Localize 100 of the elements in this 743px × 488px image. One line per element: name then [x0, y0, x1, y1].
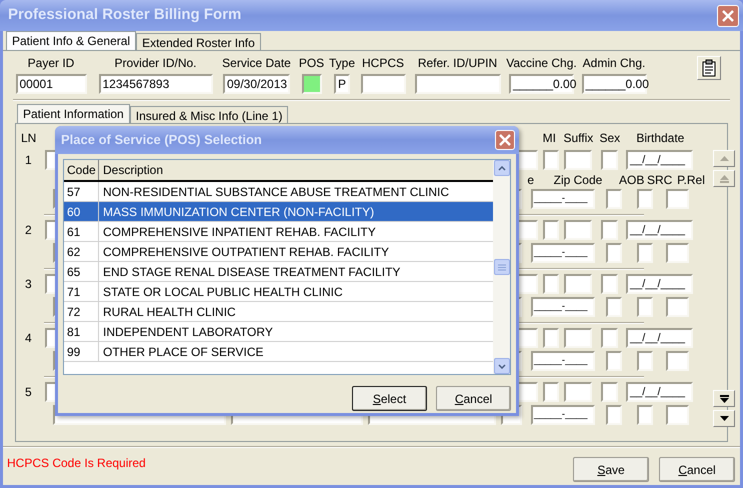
input-field[interactable]: [543, 220, 559, 240]
close-button[interactable]: [495, 130, 515, 150]
input-field[interactable]: [666, 405, 689, 425]
input-field[interactable]: [606, 405, 622, 425]
top-arrow-icon: [720, 174, 728, 182]
zip-code-field[interactable]: _____-____: [531, 243, 595, 263]
input-field[interactable]: [601, 150, 618, 170]
description-cell-text: MASS IMMUNIZATION CENTER (NON-FACILITY): [102, 204, 376, 220]
zip-code-field[interactable]: _____-____: [531, 297, 595, 317]
field-label: Type: [328, 55, 355, 72]
birthdate-field[interactable]: __/__/____: [626, 220, 693, 240]
input-field[interactable]: [564, 220, 592, 240]
input-field[interactable]: [564, 274, 592, 294]
column-label: P.Rel: [676, 172, 706, 188]
input-field[interactable]: [666, 189, 689, 209]
up-arrow-icon: [720, 156, 728, 161]
input-field[interactable]: [637, 297, 653, 317]
clipboard-button[interactable]: [697, 56, 721, 80]
line-number: 1: [24, 152, 33, 169]
code-cell: 60: [64, 202, 99, 221]
scroll-button[interactable]: [713, 390, 735, 407]
column-label: Birthdate: [635, 130, 686, 147]
field-label: Admin Chg.: [582, 55, 646, 72]
line-number: 4: [24, 330, 33, 347]
input-field[interactable]: [564, 382, 592, 402]
birthdate-field[interactable]: __/__/____: [626, 274, 693, 294]
column-label: e: [526, 172, 534, 188]
input-field[interactable]: [606, 351, 622, 371]
field-label: POS: [298, 55, 324, 72]
input-field[interactable]: [666, 243, 689, 263]
save-button[interactable]: Save: [573, 457, 649, 482]
birthdate-field[interactable]: __/__/____: [626, 328, 693, 348]
list-row[interactable]: 60 MASS IMMUNIZATION CENTER (NON-FACILITY): [64, 202, 493, 222]
list-row[interactable]: 61 COMPREHENSIVE INPATIENT REHAB. FACILITY: [64, 222, 493, 242]
close-button[interactable]: [717, 4, 739, 26]
input-field[interactable]: [601, 382, 618, 402]
description-cell-text: OTHER PLACE OF SERVICE: [102, 344, 264, 360]
cancel-button[interactable]: Cancel: [436, 386, 511, 411]
code-cell: 99: [64, 342, 99, 361]
input-field[interactable]: [564, 150, 592, 170]
input-field[interactable]: [601, 220, 618, 240]
close-icon: [499, 134, 511, 146]
cancel-button[interactable]: Cancel: [659, 457, 735, 482]
list-row[interactable]: 65 END STAGE RENAL DISEASE TREATMENT FACILITY: [64, 262, 493, 282]
column-label: Zip Code: [552, 172, 604, 188]
description-cell-text: INDEPENDENT LABORATORY: [102, 324, 274, 340]
tab[interactable]: Insured & Misc Info (Line 1): [130, 106, 288, 123]
scrollbar[interactable]: [493, 160, 510, 374]
input-field[interactable]: [601, 274, 618, 294]
zip-code-field[interactable]: _____-____: [531, 189, 595, 209]
input-field[interactable]: [564, 328, 592, 348]
list-row[interactable]: 81 INDEPENDENT LABORATORY: [64, 322, 493, 342]
input-field[interactable]: ______0.00: [509, 74, 574, 94]
input-field[interactable]: 09/30/2013: [223, 74, 290, 94]
input-field[interactable]: [666, 351, 689, 371]
input-field[interactable]: ______0.00: [582, 74, 646, 94]
input-field[interactable]: [637, 243, 653, 263]
scroll-button[interactable]: [713, 410, 735, 427]
birthdate-field[interactable]: __/__/____: [626, 382, 693, 402]
column-header: Code: [64, 160, 99, 180]
list-row[interactable]: 62 COMPREHENSIVE OUTPATIENT REHAB. FACILITY: [64, 242, 493, 262]
select-button[interactable]: Select: [352, 386, 427, 411]
description-cell-text: END STAGE RENAL DISEASE TREATMENT FACILITY: [102, 264, 402, 280]
code-cell: 61: [64, 222, 99, 241]
birthdate-field[interactable]: __/__/____: [626, 150, 693, 170]
input-field[interactable]: [414, 74, 500, 94]
input-field[interactable]: [543, 274, 559, 294]
field-label: Vaccine Chg.: [506, 55, 577, 72]
line-number: 5: [24, 384, 33, 401]
input-field[interactable]: P: [334, 74, 350, 94]
column-header: Description: [102, 162, 164, 179]
input-field[interactable]: [637, 189, 653, 209]
input-field[interactable]: [543, 328, 559, 348]
list-row[interactable]: 72 RURAL HEALTH CLINIC: [64, 302, 493, 322]
input-field[interactable]: [606, 189, 622, 209]
input-field[interactable]: [601, 328, 618, 348]
input-field[interactable]: [606, 243, 622, 263]
input-field[interactable]: 1234567893: [98, 74, 212, 94]
input-field[interactable]: [637, 351, 653, 371]
code-cell: 71: [64, 282, 99, 301]
input-field[interactable]: [666, 297, 689, 317]
input-field[interactable]: [360, 74, 406, 94]
list-row[interactable]: 71 STATE OR LOCAL PUBLIC HEALTH CLINIC: [64, 282, 493, 302]
input-field[interactable]: [606, 297, 622, 317]
list-row[interactable]: 99 OTHER PLACE OF SERVICE: [64, 342, 493, 362]
line-number: 2: [24, 222, 33, 239]
zip-code-field[interactable]: _____-____: [531, 351, 595, 371]
input-field[interactable]: [637, 405, 653, 425]
column-label: MI: [542, 130, 558, 147]
input-field[interactable]: [543, 150, 559, 170]
tab[interactable]: Extended Roster Info: [136, 33, 261, 50]
input-field[interactable]: 00001: [16, 74, 86, 94]
tab[interactable]: Patient Information: [17, 104, 130, 123]
input-field[interactable]: [543, 382, 559, 402]
code-cell: 72: [64, 302, 99, 321]
zip-code-field[interactable]: _____-____: [531, 405, 595, 425]
input-field[interactable]: [302, 74, 322, 94]
column-label: SRC: [647, 172, 671, 188]
tab[interactable]: Patient Info & General: [6, 31, 136, 50]
list-row[interactable]: 57 NON-RESIDENTIAL SUBSTANCE ABUSE TREATMENT CLINIC: [64, 182, 493, 202]
